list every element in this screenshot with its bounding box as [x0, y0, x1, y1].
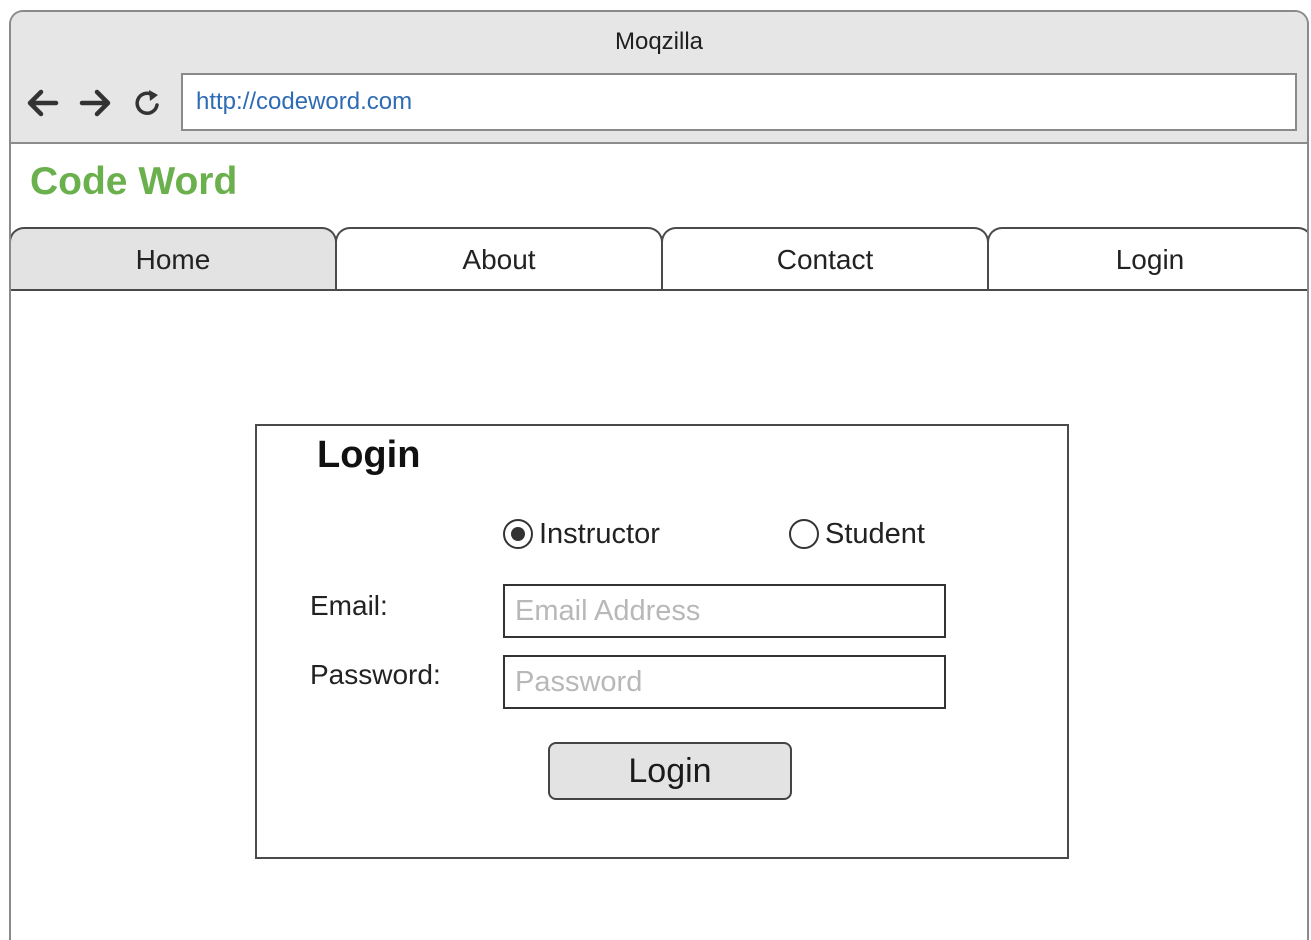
radio-selected-icon: [503, 519, 533, 549]
email-label: Email:: [310, 590, 388, 621]
tab-login[interactable]: Login: [987, 227, 1307, 291]
role-student-label: Student: [825, 517, 925, 550]
tab-label: Home: [135, 244, 211, 275]
tab-contact[interactable]: Contact: [661, 227, 989, 291]
browser-chrome: Moqzilla http://codeword.com: [11, 12, 1307, 144]
arrow-left-icon[interactable]: [23, 84, 61, 122]
tab-label: Login: [1115, 244, 1185, 275]
reload-icon[interactable]: [129, 84, 167, 122]
tab-home[interactable]: Home: [11, 227, 337, 291]
role-instructor-label: Instructor: [539, 517, 660, 550]
site-brand: Code Word: [30, 160, 238, 203]
password-field[interactable]: [503, 655, 946, 709]
password-label: Password:: [310, 659, 441, 690]
nav-tabs: Home About Contact Login: [11, 227, 1307, 291]
role-instructor-radio[interactable]: Instructor: [503, 517, 660, 551]
login-button[interactable]: Login: [548, 742, 792, 800]
tab-about[interactable]: About: [335, 227, 663, 291]
window-title: Moqzilla: [614, 28, 704, 55]
login-title: Login: [317, 434, 421, 476]
role-student-radio[interactable]: Student: [789, 517, 925, 551]
address-bar[interactable]: http://codeword.com: [181, 73, 1297, 131]
tab-label: Contact: [776, 244, 874, 275]
radio-unselected-icon: [789, 519, 819, 549]
browser-window: Moqzilla http://codeword.com Code Word H…: [9, 10, 1309, 940]
tab-label: About: [462, 244, 536, 275]
login-panel: Login Instructor Student Email: Password…: [255, 424, 1069, 859]
arrow-right-icon[interactable]: [77, 84, 115, 122]
email-field[interactable]: [503, 584, 946, 638]
tab-divider: [11, 289, 1307, 291]
